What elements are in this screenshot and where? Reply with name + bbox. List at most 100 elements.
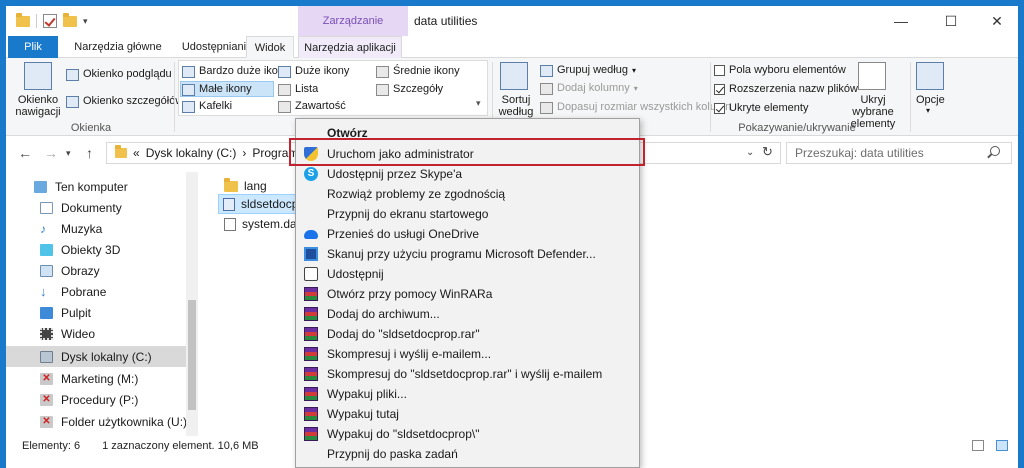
nav-item-downloads[interactable]: ↓ Pobrane [6,281,186,302]
back-button[interactable]: ← [18,145,32,161]
customize-toolbar-icon[interactable]: ▾ [83,16,88,27]
menu-item-extract-to-folder[interactable]: Wypakuj do "sldsetdocprop\" [296,424,639,444]
navigation-pane-icon[interactable] [24,62,52,90]
menu-item-label: Przypnij do ekranu startowego [327,207,489,221]
preview-pane-button[interactable]: Okienko podglądu [66,68,172,81]
nav-item-this-pc[interactable]: Ten komputer [6,176,186,197]
menu-item-add-to-rar[interactable]: Dodaj do "sldsetdocprop.rar" [296,324,639,344]
properties-icon[interactable] [43,14,57,28]
nav-item-label: Pulpit [61,305,92,320]
content-icon [278,100,291,113]
navigation-pane-button[interactable]: Okienko nawigacji [14,94,62,118]
hide-selected-icon[interactable] [858,62,886,90]
menu-item-compress-email[interactable]: Skompresuj i wyślij e-mailem... [296,344,639,364]
view-small-label: Małe ikony [199,83,252,95]
context-tab-manage[interactable]: Zarządzanie [298,6,408,36]
hidden-items-checkbox[interactable] [714,103,725,114]
options-button[interactable]: Opcje [916,94,945,107]
details-icon [376,83,389,96]
view-medium-icons[interactable]: Średnie ikony [376,65,460,78]
menu-item-extract-files[interactable]: Wypakuj pliki... [296,384,639,404]
menu-item-move-onedrive[interactable]: Przenieś do usługi OneDrive [296,224,639,244]
large-icons-view-icon[interactable] [996,440,1008,451]
nav-item-user-folder[interactable]: ✕ Folder użytkownika (U:) [6,411,188,432]
menu-item-pin-start[interactable]: Przypnij do ekranu startowego [296,204,639,224]
options-icon[interactable] [916,62,944,90]
menu-item-add-archive[interactable]: Dodaj do archiwum... [296,304,639,324]
view-tiles[interactable]: Kafelki [182,100,232,113]
winrar-icon [304,367,318,381]
breadcrumb-root[interactable]: « [133,146,140,160]
hidden-items-toggle[interactable]: Ukryte elementy [714,102,808,115]
ribbon-tabs: Plik Narzędzia główne Udostępnianie Wido… [6,36,1018,58]
maximize-button[interactable]: ☐ [928,6,974,36]
item-checkboxes-checkbox[interactable] [714,65,725,76]
view-details[interactable]: Szczegóły [376,83,443,96]
menu-item-compress-rar-email[interactable]: Skompresuj do "sldsetdocprop.rar" i wyśl… [296,364,639,384]
menu-item-extract-here[interactable]: Wypakuj tutaj [296,404,639,424]
tab-application-tools[interactable]: Narzędzia aplikacji [298,36,402,58]
breadcrumb-drive[interactable]: Dysk lokalny (C:) [146,146,237,160]
sort-icon[interactable] [500,62,528,90]
view-extra-large-icons[interactable]: Bardzo duże ikony [182,65,290,78]
details-view-icon[interactable] [972,440,984,451]
context-menu: Otwórz Uruchom jako administrator S Udos… [295,118,640,468]
navigation-pane: Ten komputer Dokumenty ♪ Muzyka Obiekty … [6,172,200,436]
menu-item-open-winrar[interactable]: Otwórz przy pomocy WinRARa [296,284,639,304]
search-input[interactable]: Przeszukaj: data utilities [786,142,1012,164]
nav-item-procedures[interactable]: ✕ Procedury (P:) [6,389,186,410]
nav-item-3d-objects[interactable]: Obiekty 3D [6,239,186,260]
close-button[interactable]: ✕ [974,6,1020,36]
gallery-expand-icon[interactable]: ▾ [476,98,481,109]
tab-home[interactable]: Narzędzia główne [64,36,172,58]
title-bar: ▾ Zarządzanie data utilities — ☐ ✕ [6,6,1018,36]
view-small-icons[interactable]: Małe ikony [182,83,252,96]
tab-file[interactable]: Plik [8,36,58,58]
minimize-button[interactable]: — [878,6,924,36]
file-extensions-checkbox[interactable] [714,84,725,95]
nav-item-pictures[interactable]: Obrazy [6,260,186,281]
forward-button[interactable]: → [44,145,58,161]
view-content[interactable]: Zawartość [278,100,346,113]
menu-item-pin-taskbar[interactable]: Przypnij do paska zadań [296,444,639,464]
network-drive-disconnected-icon: ✕ [40,372,53,385]
nav-item-label: Folder użytkownika (U:) [61,414,188,429]
list-item-lang[interactable]: lang [220,176,271,196]
menu-item-scan-defender[interactable]: Skanuj przy użyciu programu Microsoft De… [296,244,639,264]
details-pane-button[interactable]: Okienko szczegółów [66,95,183,108]
menu-item-troubleshoot-compat[interactable]: Rozwiąż problemy ze zgodnością [296,184,639,204]
file-extensions-toggle[interactable]: Rozszerzenia nazw plików [714,83,858,96]
view-list[interactable]: Lista [278,83,318,96]
status-item-count: Elementy: 6 [22,440,81,452]
nav-item-local-disk[interactable]: Dysk lokalny (C:) [6,346,186,367]
nav-item-desktop[interactable]: Pulpit [6,302,186,323]
scrollbar-thumb[interactable] [188,300,196,410]
nav-item-label: Wideo [61,326,96,341]
refresh-button[interactable]: ↻ [762,144,773,160]
sort-by-button[interactable]: Sortuj według [496,94,536,118]
dropdown-arrow-icon: ▾ [631,66,636,75]
up-button[interactable]: ↑ [86,145,93,161]
view-large-icons[interactable]: Duże ikony [278,65,349,78]
nav-item-marketing[interactable]: ✕ Marketing (M:) [6,368,186,389]
menu-item-label: Wypakuj pliki... [327,387,407,401]
recent-locations-button[interactable]: ▾ [66,148,71,159]
fit-columns-button[interactable]: Dopasuj rozmiar wszystkich kolumn [540,101,731,114]
menu-item-share[interactable]: Udostępnij [296,264,639,284]
search-icon[interactable] [990,146,1000,156]
desktop-icon [40,306,53,319]
item-checkboxes-toggle[interactable]: Pola wyboru elementów [714,64,846,77]
group-by-button[interactable]: Grupuj według ▾ [540,64,636,77]
nav-item-label: Obiekty 3D [61,242,121,257]
menu-item-share-skype[interactable]: S Udostępnij przez Skype'a [296,164,639,184]
navigation-pane-scrollbar[interactable] [186,172,198,436]
new-folder-icon[interactable] [63,12,77,27]
nav-item-video[interactable]: Wideo [6,323,186,344]
view-medium-label: Średnie ikony [393,65,460,77]
tab-view[interactable]: Widok [246,36,294,58]
medium-icons-icon [376,65,389,78]
nav-item-music[interactable]: ♪ Muzyka [6,218,186,239]
address-dropdown-button[interactable]: ⌄ [746,147,754,158]
nav-item-documents[interactable]: Dokumenty [6,197,186,218]
add-columns-button[interactable]: Dodaj kolumny ▾ [540,82,638,95]
